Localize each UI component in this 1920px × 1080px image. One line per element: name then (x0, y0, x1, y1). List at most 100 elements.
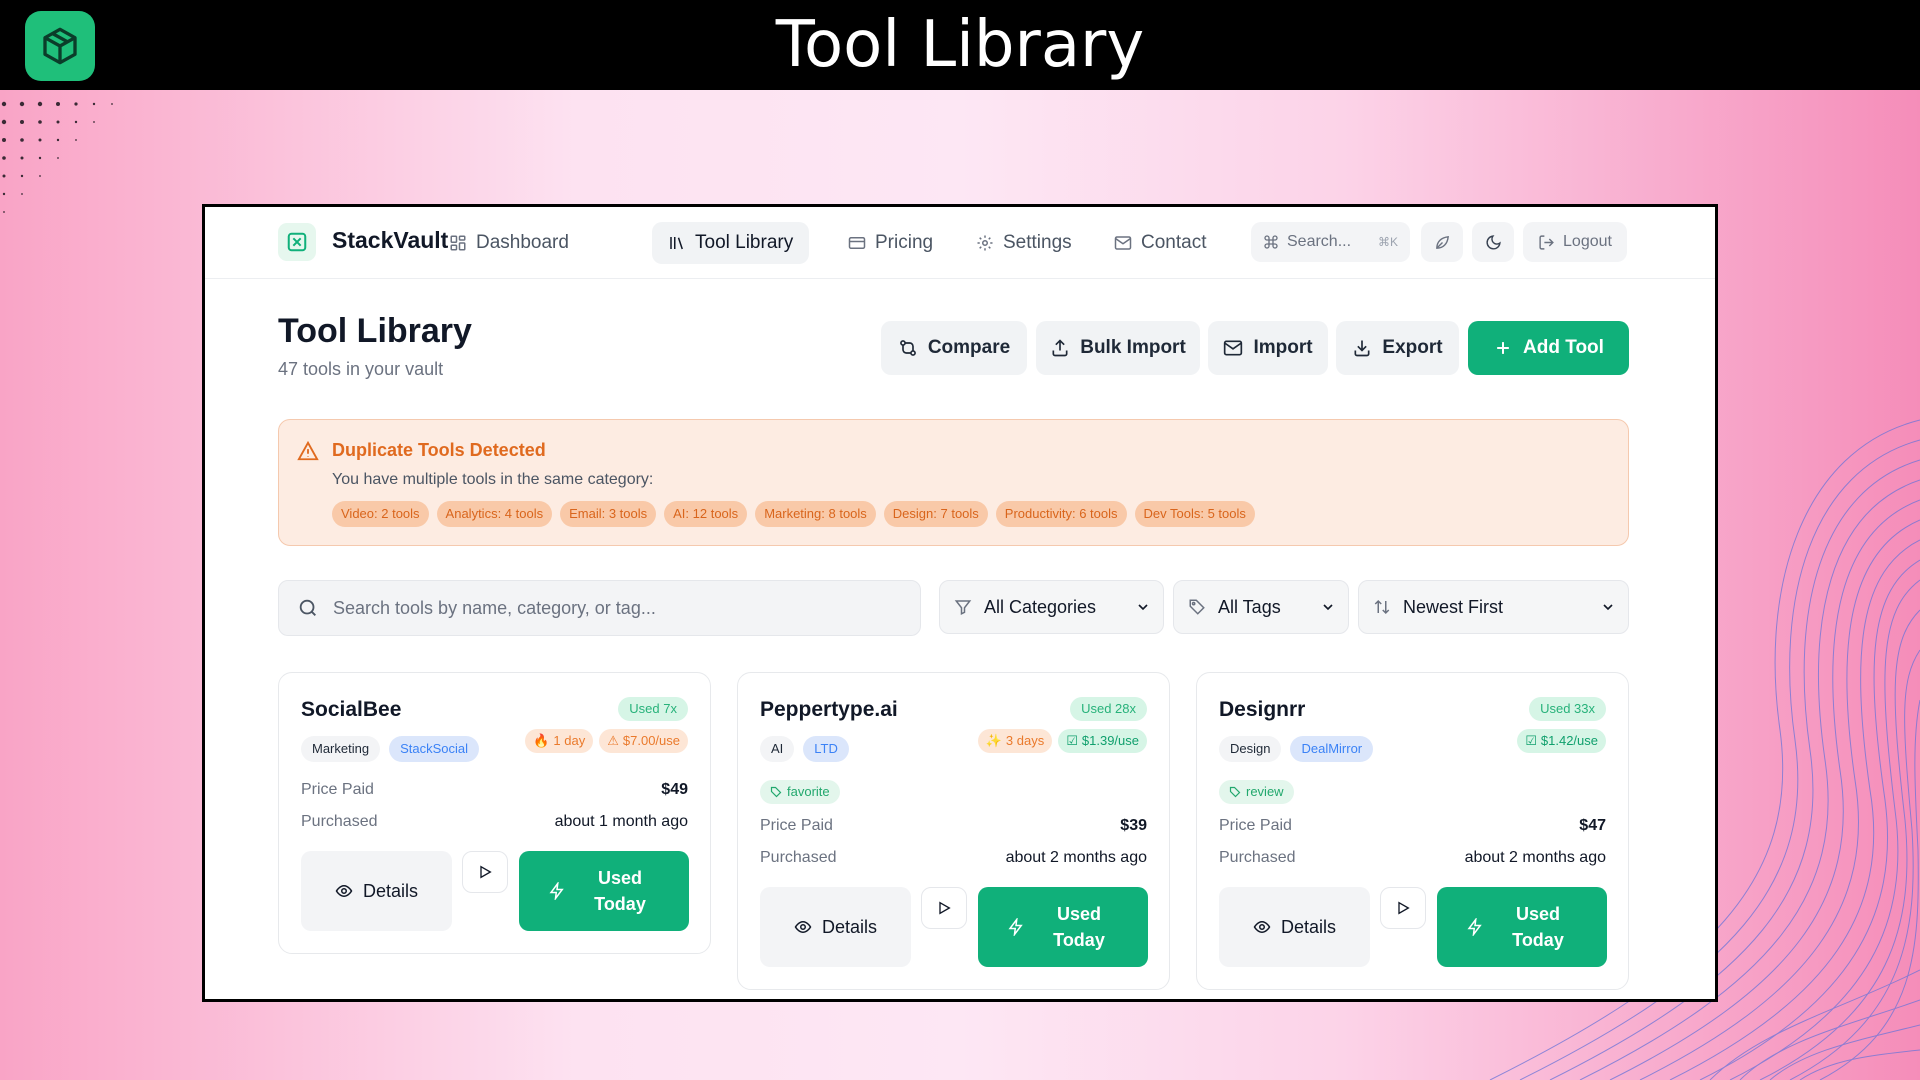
duplicate-chip[interactable]: Marketing: 8 tools (755, 501, 876, 527)
used-today-label-line1: Used (1515, 904, 1560, 924)
add-tool-button[interactable]: Add Tool (1468, 321, 1629, 375)
price-label: Price Paid (760, 817, 833, 834)
launch-button[interactable] (462, 851, 508, 893)
tool-name[interactable]: Designrr (1219, 698, 1305, 722)
launch-button[interactable] (1380, 887, 1426, 929)
usage-count-badge: Used 7x (618, 697, 688, 721)
play-icon (936, 900, 952, 916)
tool-name[interactable]: SocialBee (301, 698, 401, 722)
bulk-import-button[interactable]: Bulk Import (1036, 321, 1200, 375)
price-value: $49 (661, 781, 688, 798)
duplicate-chip[interactable]: Dev Tools: 5 tools (1134, 501, 1255, 527)
warning-triangle-icon: ⚠ (607, 733, 619, 748)
tag-icon (1229, 786, 1241, 798)
nav-item-tool-library[interactable]: Tool Library (652, 222, 810, 264)
nav-item-dashboard[interactable]: Dashboard (433, 222, 585, 264)
duplicate-chip[interactable]: Analytics: 4 tools (436, 501, 553, 527)
purchased-label: Purchased (1219, 849, 1296, 866)
sort-select[interactable]: Newest First (1358, 580, 1629, 634)
alert-title: Duplicate Tools Detected (332, 440, 546, 460)
tool-name[interactable]: Peppertype.ai (760, 698, 898, 722)
brand-name[interactable]: StackVault (332, 227, 448, 254)
price-value: $39 (1120, 817, 1147, 834)
purchased-value: about 1 month ago (554, 813, 688, 830)
import-button[interactable]: Import (1208, 321, 1328, 375)
top-banner: Tool Library (0, 0, 1920, 90)
duplicate-tools-alert: Duplicate Tools Detected You have multip… (278, 419, 1629, 546)
details-label: Details (1280, 916, 1337, 937)
used-today-button[interactable]: Used Today (519, 851, 689, 931)
details-button[interactable]: Details (1219, 887, 1370, 967)
used-today-label-line2: Today (594, 894, 646, 914)
brand-logo-icon[interactable] (278, 223, 316, 261)
nav-item-label: Pricing (875, 232, 934, 253)
grid-icon (449, 234, 467, 252)
theme-toggle-button[interactable] (1472, 222, 1514, 262)
filter-icon (954, 598, 972, 616)
leaf-icon (1434, 234, 1451, 251)
compare-button[interactable]: Compare (881, 321, 1027, 375)
duplicate-chip[interactable]: AI: 12 tools (664, 501, 748, 527)
duplicate-chip[interactable]: Video: 2 tools (332, 501, 429, 527)
details-button[interactable]: Details (760, 887, 911, 967)
export-label: Export (1382, 337, 1443, 358)
duplicate-chip[interactable]: Productivity: 6 tools (995, 501, 1127, 527)
user-tag[interactable]: favorite (760, 780, 840, 804)
nav-item-label: Dashboard (476, 232, 569, 253)
duplicate-category-chips: Video: 2 tools Analytics: 4 tools Email:… (332, 501, 1255, 527)
tool-card[interactable]: Peppertype.ai Used 28x AI LTD ✨ 3 days ☑ $… (737, 672, 1170, 990)
duplicate-chip[interactable]: Design: 7 tools (883, 501, 988, 527)
details-label: Details (821, 916, 878, 937)
dot-pattern-decoration (1, 101, 113, 213)
used-today-label-line2: Today (1512, 930, 1564, 950)
launch-button[interactable] (921, 887, 967, 929)
details-button[interactable]: Details (301, 851, 452, 931)
chevron-down-icon (1600, 599, 1616, 615)
used-today-button[interactable]: Used Today (978, 887, 1148, 967)
purchased-value: about 2 months ago (1005, 849, 1147, 866)
eye-icon (794, 918, 812, 936)
source-tag: StackSocial (389, 736, 479, 762)
nav-item-contact[interactable]: Contact (1098, 222, 1222, 264)
purchased-row: Purchased about 2 months ago (1219, 849, 1606, 867)
category-select[interactable]: All Categories (939, 580, 1164, 634)
global-search-button[interactable]: Search... ⌘K (1251, 222, 1410, 262)
feedback-button[interactable] (1421, 222, 1463, 262)
source-tag: LTD (803, 736, 849, 762)
used-today-button[interactable]: Used Today (1437, 887, 1607, 967)
cost-per-use-badge: ☑ $1.39/use (1058, 729, 1147, 753)
export-button[interactable]: Export (1336, 321, 1459, 375)
age-value: 1 day (553, 733, 586, 748)
user-tag[interactable]: review (1219, 780, 1294, 804)
upload-icon (1050, 338, 1070, 358)
purchased-label: Purchased (301, 813, 378, 830)
price-label: Price Paid (1219, 817, 1292, 834)
command-icon (1263, 234, 1279, 250)
tool-search-input[interactable] (333, 597, 893, 619)
price-value: $47 (1579, 817, 1606, 834)
tool-search-box[interactable] (278, 580, 921, 636)
tag-icon (770, 786, 782, 798)
nav-item-settings[interactable]: Settings (960, 222, 1088, 264)
tool-card[interactable]: Designrr Used 33x Design DealMirror ☑ $1.… (1196, 672, 1629, 990)
nav-item-pricing[interactable]: Pricing (832, 222, 949, 264)
page-subtitle: 47 tools in your vault (278, 359, 444, 379)
banner-title: Tool Library (775, 8, 1145, 82)
user-tag-label: favorite (787, 784, 830, 799)
duplicate-chip[interactable]: Email: 3 tools (560, 501, 657, 527)
cost-per-use-value: $7.00/use (622, 733, 680, 748)
logout-label: Logout (1563, 233, 1612, 250)
details-label: Details (362, 880, 419, 901)
used-today-label-line1: Used (1056, 904, 1101, 924)
age-badge: 🔥 1 day (525, 729, 594, 753)
purchased-value: about 2 months ago (1464, 849, 1606, 866)
app-window: StackVault Dashboard Tool Library Pricin… (202, 204, 1718, 1002)
tool-card[interactable]: SocialBee Used 7x Marketing StackSocial … (278, 672, 711, 954)
tag-icon (1188, 598, 1206, 616)
flame-icon: 🔥 (533, 733, 550, 748)
cost-per-use-value: $1.42/use (1540, 733, 1598, 748)
user-tag-label: review (1246, 784, 1284, 799)
tags-select[interactable]: All Tags (1173, 580, 1349, 634)
mail-icon (1114, 234, 1132, 252)
logout-button[interactable]: Logout (1523, 222, 1627, 262)
